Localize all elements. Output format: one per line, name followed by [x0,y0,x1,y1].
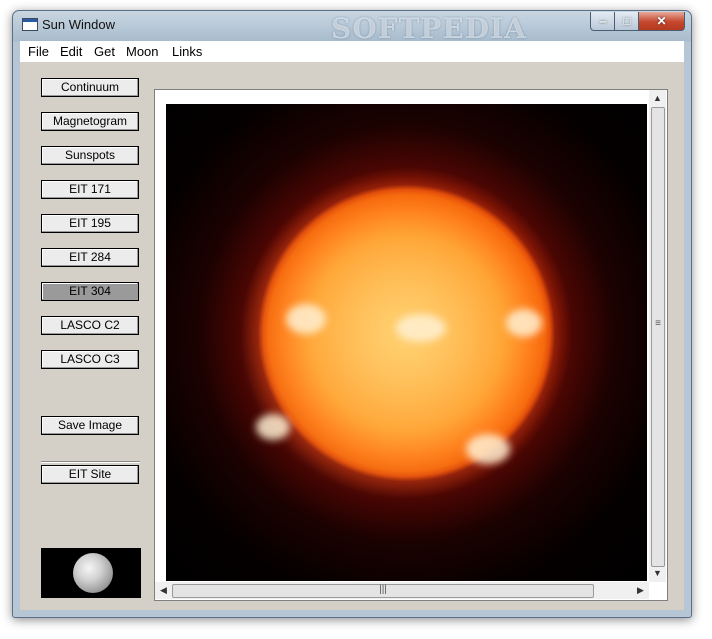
maximize-button[interactable]: □ [614,12,640,31]
save-image-button[interactable]: Save Image [41,416,139,435]
eit-171-button[interactable]: EIT 171 [41,180,139,199]
scroll-left-icon[interactable]: ◀ [155,582,172,599]
vertical-scroll-thumb[interactable]: ≡ [651,107,665,567]
horizontal-scroll-thumb[interactable]: ||| [172,584,594,598]
close-button[interactable]: ✕ [638,12,685,31]
sunspots-button[interactable]: Sunspots [41,146,139,165]
sun-corona-highlight [230,168,608,546]
scroll-right-icon[interactable]: ▶ [632,582,649,599]
eit-site-button[interactable]: EIT Site [41,465,139,484]
moon-image [73,553,113,593]
eit-304-button[interactable]: EIT 304 [41,282,139,301]
active-region [256,414,290,440]
active-region [466,434,510,464]
eit-284-button[interactable]: EIT 284 [41,248,139,267]
menu-get[interactable]: Get [94,44,115,59]
scroll-down-icon[interactable]: ▼ [649,565,666,582]
image-viewer: ▲ ≡ ▼ ◀ ||| ▶ [154,89,668,601]
vertical-scrollbar[interactable]: ▲ ≡ ▼ [649,90,666,582]
app-window-icon[interactable] [22,18,38,31]
resize-grip[interactable] [669,607,679,617]
window-title: Sun Window [42,17,115,32]
magnetogram-button[interactable]: Magnetogram [41,112,139,131]
active-region [286,304,326,334]
grip-icon: ≡ [655,318,661,329]
scroll-up-icon[interactable]: ▲ [649,90,666,107]
window-client-area: File Edit Get Moon Links Continuum Magne… [20,41,684,610]
continuum-button[interactable]: Continuum [41,78,139,97]
eit-195-button[interactable]: EIT 195 [41,214,139,233]
maximize-icon: □ [623,14,631,28]
grip-icon: ||| [379,584,387,595]
active-region [396,314,446,342]
horizontal-scrollbar[interactable]: ◀ ||| ▶ [155,582,649,599]
menu-bar: File Edit Get Moon Links [20,41,684,62]
menu-file[interactable]: File [28,44,49,59]
lasco-c2-button[interactable]: LASCO C2 [41,316,139,335]
sun-window: Sun Window SOFTPEDIA ‒ □ ✕ File Edit Get… [12,10,692,618]
minimize-button[interactable]: ‒ [590,12,616,31]
lasco-c3-button[interactable]: LASCO C3 [41,350,139,369]
menu-links[interactable]: Links [172,44,202,59]
moon-thumbnail[interactable] [41,548,141,598]
close-icon: ✕ [656,14,667,28]
sun-image [166,104,647,581]
title-bar[interactable]: Sun Window SOFTPEDIA ‒ □ ✕ [13,11,691,45]
minimize-icon: ‒ [599,14,607,28]
menu-edit[interactable]: Edit [60,44,82,59]
active-region [506,309,542,337]
menu-moon[interactable]: Moon [126,44,159,59]
button-divider [41,461,140,463]
